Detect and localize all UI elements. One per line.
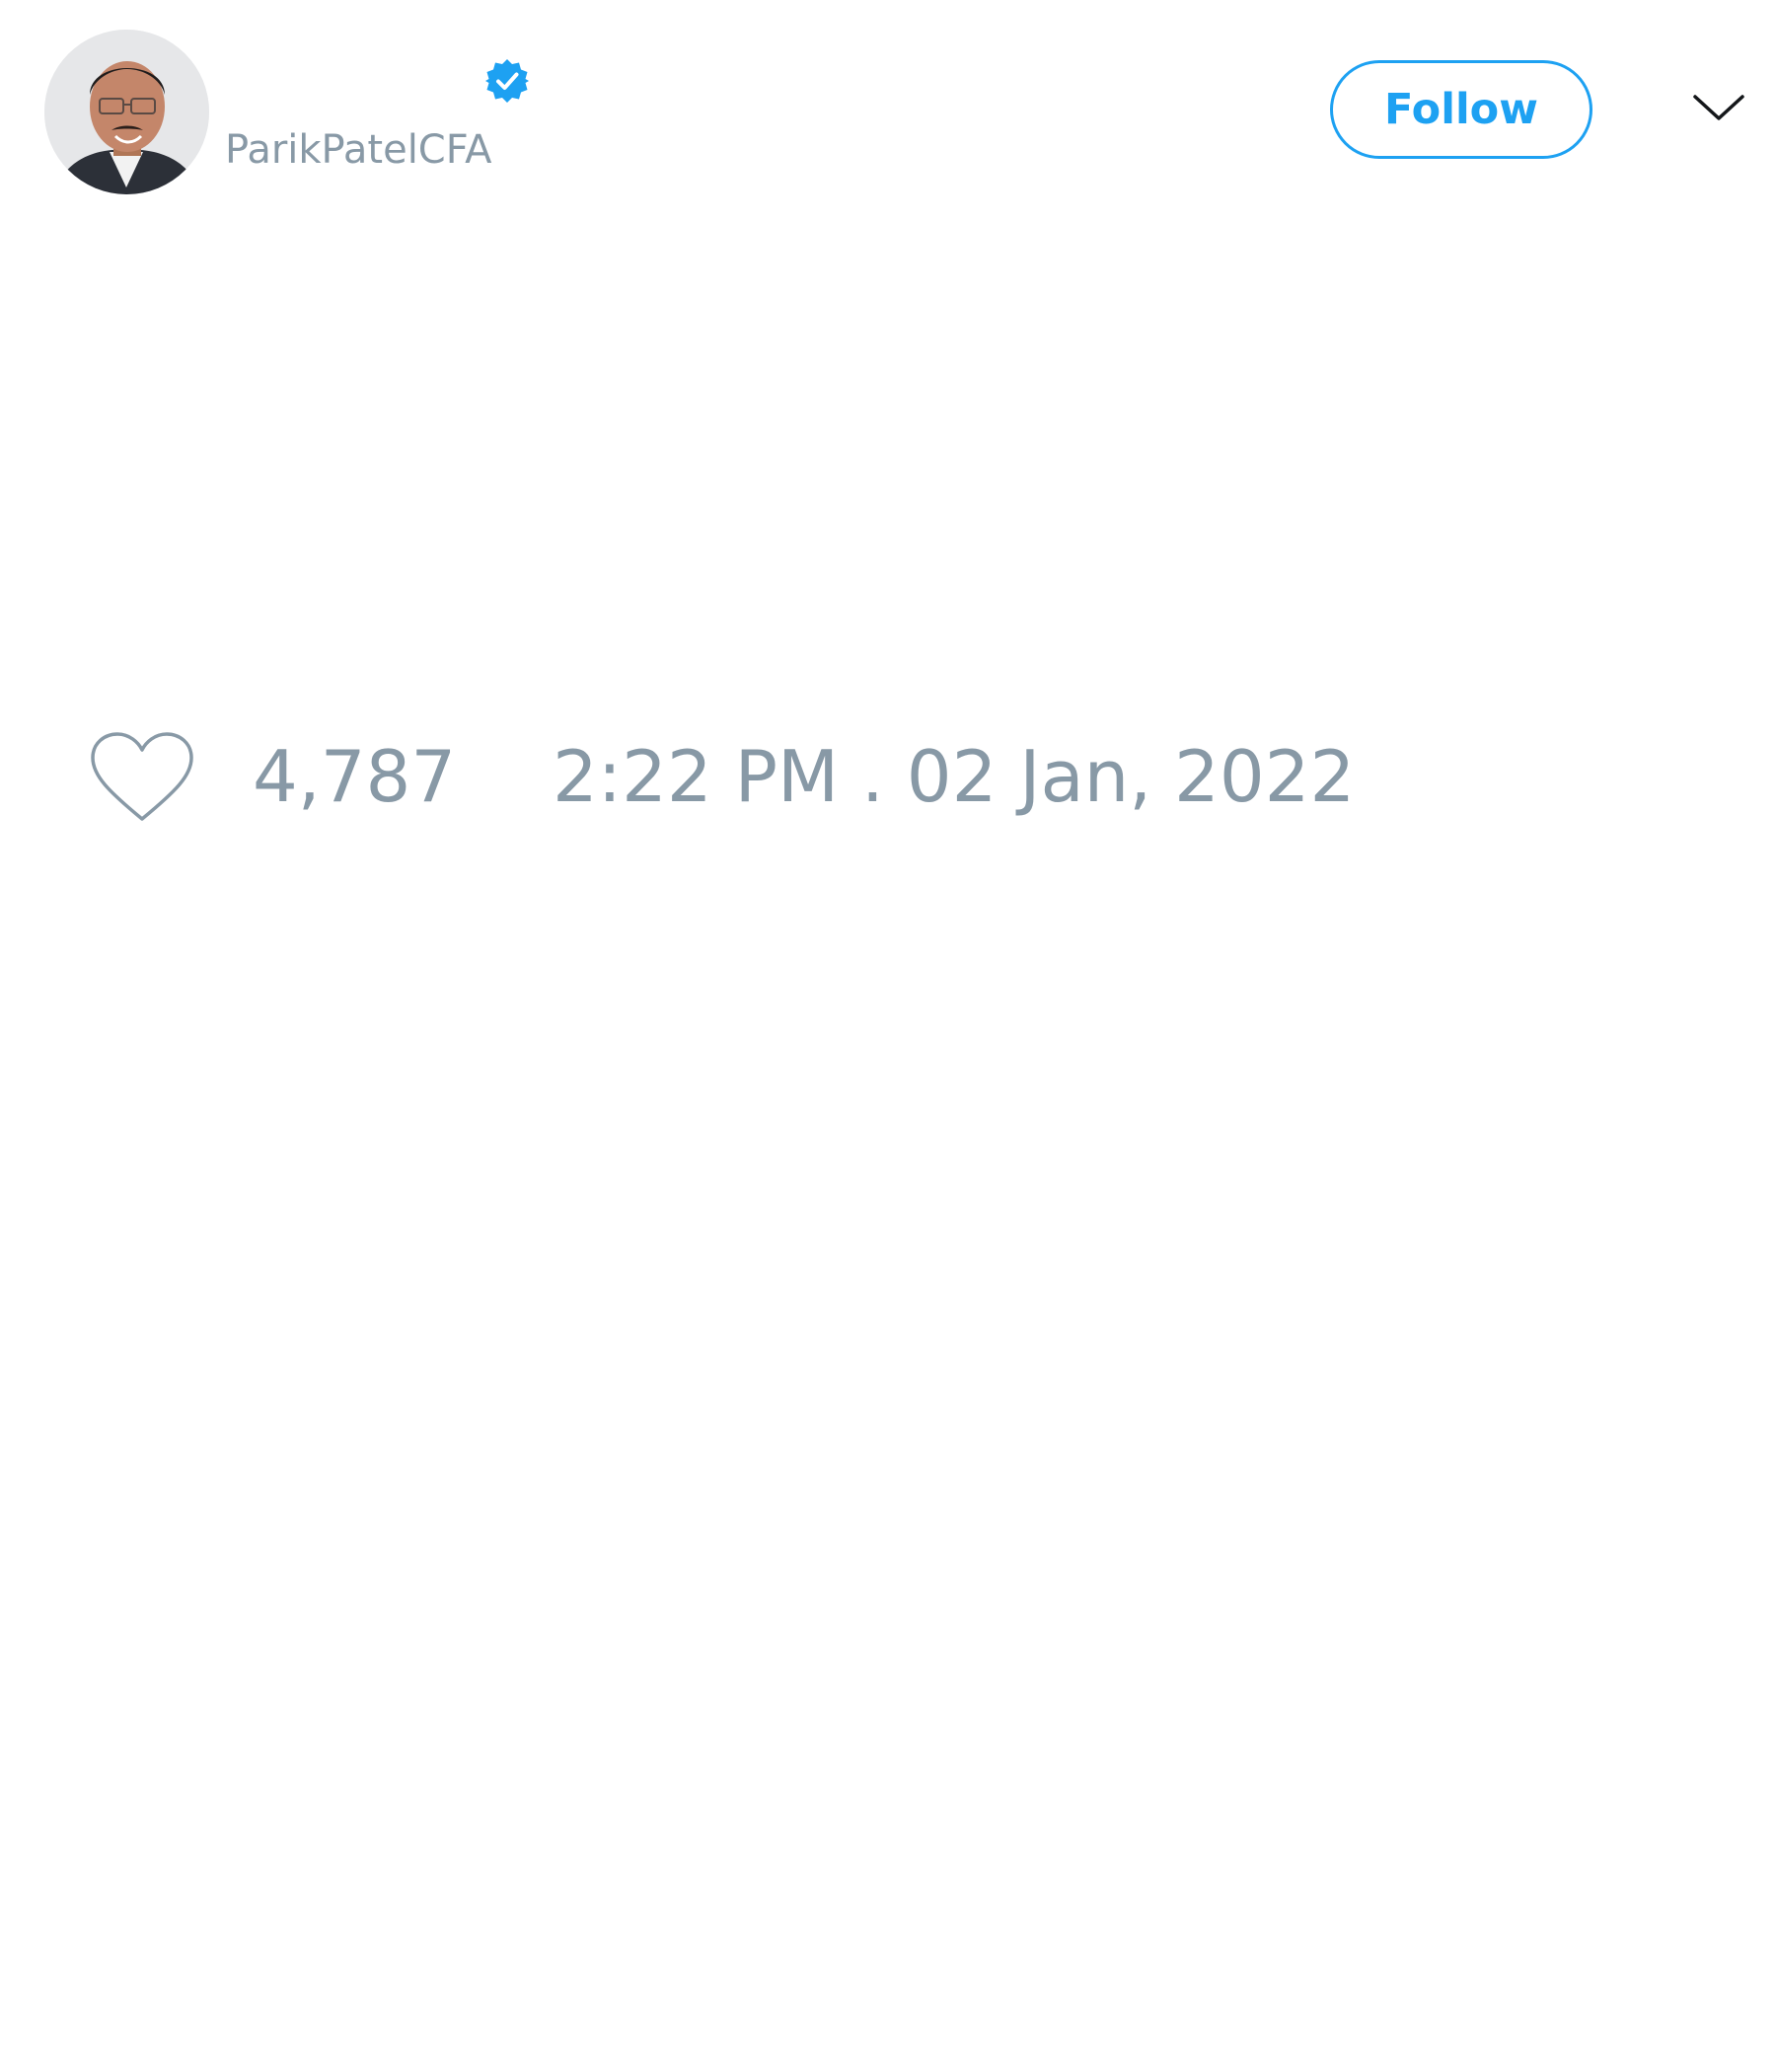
avatar[interactable]: [44, 30, 209, 194]
follow-button[interactable]: Follow: [1330, 60, 1592, 159]
verified-badge-icon: [485, 59, 529, 103]
chevron-down-icon[interactable]: [1689, 85, 1748, 134]
like-count: 4,787: [253, 735, 457, 818]
heart-icon[interactable]: [89, 730, 195, 825]
avatar-photo: [44, 30, 209, 194]
tweet-timestamp[interactable]: 2:22 PM . 02 Jan, 2022: [553, 732, 1355, 821]
author-handle[interactable]: ParikPatelCFA: [225, 126, 491, 174]
tweet-card: ParikPatelCFA Follow 4,787 2:22 PM . 02 …: [0, 0, 1776, 2072]
